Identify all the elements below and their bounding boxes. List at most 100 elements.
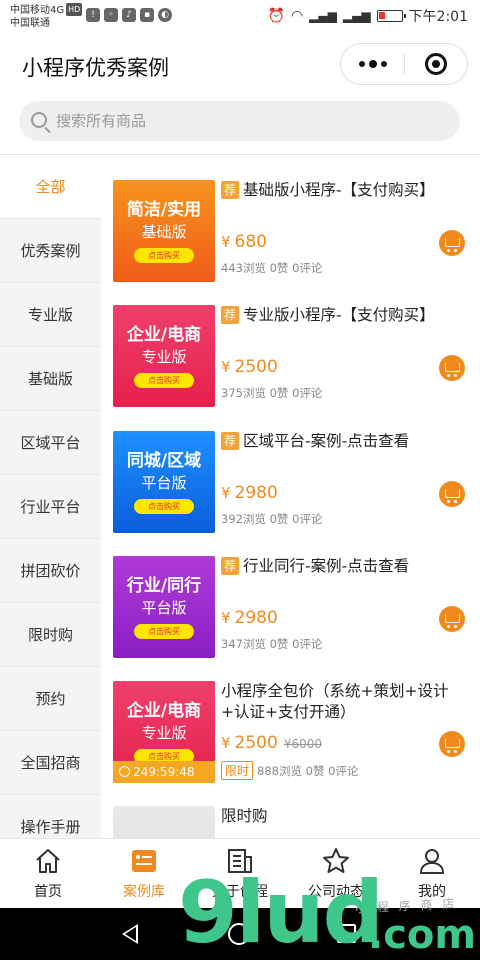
thumb-buy-label: 点击购买 xyxy=(134,373,194,388)
carrier-secondary: 中国联通 xyxy=(10,18,50,29)
sidebar-item-basic[interactable]: 基础版 xyxy=(0,347,101,411)
thumb-subline: 基础版 xyxy=(141,223,187,241)
thumb-buy-label: 点击购买 xyxy=(134,624,194,639)
add-to-cart-icon[interactable] xyxy=(439,606,465,632)
capsule-divider xyxy=(404,54,405,74)
product-card[interactable]: 同城/区域 平台版 点击购买 荐区域平台-案例-点击查看 ¥2980 392浏览… xyxy=(113,431,473,541)
product-card[interactable]: 企业/电商 专业版 点击购买 249:59:48 小程序全包价（系统+策划+设计… xyxy=(113,681,473,791)
watermark-suffix: .com xyxy=(368,912,477,958)
views-count: 347浏览 xyxy=(221,637,266,651)
sidebar-item-professional[interactable]: 专业版 xyxy=(0,283,101,347)
product-name[interactable]: 荐基础版小程序-【支付购买】 xyxy=(221,180,451,201)
hd-badge: HD xyxy=(66,3,83,16)
thumb-headline: 行业/同行 xyxy=(126,576,202,596)
product-name[interactable]: 荐区域平台-案例-点击查看 xyxy=(221,431,451,452)
sidebar-item-flash-sale[interactable]: 限时购 xyxy=(0,603,101,667)
product-thumbnail[interactable]: 同城/区域 平台版 点击购买 xyxy=(113,431,215,533)
sidebar-item-industry[interactable]: 行业平台 xyxy=(0,475,101,539)
recommend-badge: 荐 xyxy=(221,306,239,324)
product-list: 简洁/实用 基础版 点击购买 荐基础版小程序-【支付购买】 ¥680 443浏览… xyxy=(101,155,480,838)
product-title: 区域平台-案例-点击查看 xyxy=(243,432,410,450)
product-thumbnail[interactable]: 行业/同行 平台版 点击购买 xyxy=(113,556,215,658)
recommend-badge: 荐 xyxy=(221,181,239,199)
sidebar-item-excellent-cases[interactable]: 优秀案例 xyxy=(0,219,101,283)
likes-count: 0赞 xyxy=(269,386,289,400)
add-to-cart-icon[interactable] xyxy=(439,731,465,757)
countdown-value: 249:59:48 xyxy=(133,765,195,779)
status-right: ⏰ ◠ ▂▄▆ ▂▄▆ 下午2:01 xyxy=(268,6,468,26)
product-name[interactable]: 荐行业同行-案例-点击查看 xyxy=(221,556,451,577)
product-card[interactable]: 简洁/实用 基础版 点击购买 荐基础版小程序-【支付购买】 ¥680 443浏览… xyxy=(113,180,473,290)
thumb-buy-label: 点击购买 xyxy=(134,248,194,263)
add-to-cart-icon[interactable] xyxy=(439,230,465,256)
product-stats: 443浏览 0赞 0评论 xyxy=(221,260,322,276)
sidebar-item-booking[interactable]: 预约 xyxy=(0,667,101,731)
currency-symbol: ¥ xyxy=(221,358,231,376)
sidebar-item-label: 限时购 xyxy=(27,626,73,644)
close-miniprogram-button[interactable] xyxy=(425,53,447,75)
tab-label: 首页 xyxy=(34,884,62,900)
likes-count: 0赞 xyxy=(269,637,289,651)
more-button[interactable] xyxy=(341,44,404,84)
sidebar-item-franchise[interactable]: 全国招商 xyxy=(0,731,101,795)
product-thumbnail[interactable] xyxy=(113,806,215,838)
product-thumbnail[interactable]: 企业/电商 专业版 点击购买 249:59:48 xyxy=(113,681,215,783)
product-price: ¥2980 xyxy=(221,608,278,628)
price-value: 2500 xyxy=(234,733,278,753)
more-dot-icon xyxy=(380,61,387,67)
views-count: 392浏览 xyxy=(221,512,266,526)
search-icon xyxy=(31,112,47,128)
product-card[interactable]: 行业/同行 平台版 点击购买 荐行业同行-案例-点击查看 ¥2980 347浏览… xyxy=(113,556,473,666)
alert-icon: ! xyxy=(86,8,100,22)
sidebar-item-label: 全部 xyxy=(35,178,66,196)
add-to-cart-icon[interactable] xyxy=(439,481,465,507)
likes-count: 0赞 xyxy=(269,261,289,275)
sidebar-item-label: 基础版 xyxy=(27,370,73,388)
add-to-cart-icon[interactable] xyxy=(439,355,465,381)
app-icon: ▪ xyxy=(140,8,154,22)
product-title: 行业同行-案例-点击查看 xyxy=(243,557,410,575)
product-stats: 392浏览 0赞 0评论 xyxy=(221,511,322,527)
status-bar: 中国移动4G HD 中国联通 ! ◦ ♪ ▪ ◐ ⏰ ◠ ▂▄▆ ▂▄▆ 下午2:… xyxy=(0,0,480,34)
category-sidebar: 全部 优秀案例 专业版 基础版 区域平台 行业平台 拼团砍价 限时购 预约 全国… xyxy=(0,155,101,838)
sidebar-item-group-buy[interactable]: 拼团砍价 xyxy=(0,539,101,603)
product-name[interactable]: 小程序全包价（系统+策划+设计+认证+支付开通） xyxy=(221,681,451,723)
more-dot-icon xyxy=(368,60,377,68)
thumb-headline: 企业/电商 xyxy=(126,325,202,345)
sidebar-item-manual[interactable]: 操作手册 xyxy=(0,795,101,838)
sidebar-item-label: 区域平台 xyxy=(20,434,81,452)
product-name[interactable]: 荐专业版小程序-【支付购买】 xyxy=(221,305,451,326)
case-library-icon xyxy=(132,850,156,872)
search-input[interactable] xyxy=(56,101,436,141)
tab-home[interactable]: 首页 xyxy=(0,839,96,908)
product-price: ¥2980 xyxy=(221,483,278,503)
watermark-logo: 9lud xyxy=(178,863,384,963)
sidebar-item-regional[interactable]: 区域平台 xyxy=(0,411,101,475)
currency-symbol: ¥ xyxy=(221,734,231,752)
thumb-buy-label: 点击购买 xyxy=(134,499,194,514)
thumb-headline: 简洁/实用 xyxy=(126,200,202,220)
product-name[interactable]: 限时购 xyxy=(221,806,451,827)
wechat-icon: ◦ xyxy=(104,8,118,22)
back-icon[interactable] xyxy=(122,924,138,944)
wifi-icon: ◠ xyxy=(290,8,304,24)
sidebar-item-label: 专业版 xyxy=(27,306,73,324)
alarm-icon: ⏰ xyxy=(267,8,285,24)
product-card[interactable]: 限时购 xyxy=(113,806,473,838)
product-thumbnail[interactable]: 简洁/实用 基础版 点击购买 xyxy=(113,180,215,282)
price-value: 2980 xyxy=(234,483,278,503)
comments-count: 0评论 xyxy=(292,512,323,526)
sidebar-item-all[interactable]: 全部 xyxy=(0,155,101,219)
original-price: ¥6000 xyxy=(283,737,322,751)
product-stats: 375浏览 0赞 0评论 xyxy=(221,385,322,401)
search-bar[interactable] xyxy=(19,101,460,141)
product-card[interactable]: 企业/电商 专业版 点击购买 荐专业版小程序-【支付购买】 ¥2500 375浏… xyxy=(113,305,473,415)
sync-icon: ◐ xyxy=(158,8,172,22)
limited-time-tag: 限时 xyxy=(221,761,254,780)
home-icon xyxy=(36,849,60,873)
carrier-info: 中国移动4G HD 中国联通 xyxy=(10,3,83,30)
thumb-subline: 平台版 xyxy=(141,474,187,492)
currency-symbol: ¥ xyxy=(221,609,231,627)
product-thumbnail[interactable]: 企业/电商 专业版 点击购买 xyxy=(113,305,215,407)
title-bar: 小程序优秀案例 xyxy=(0,34,480,96)
